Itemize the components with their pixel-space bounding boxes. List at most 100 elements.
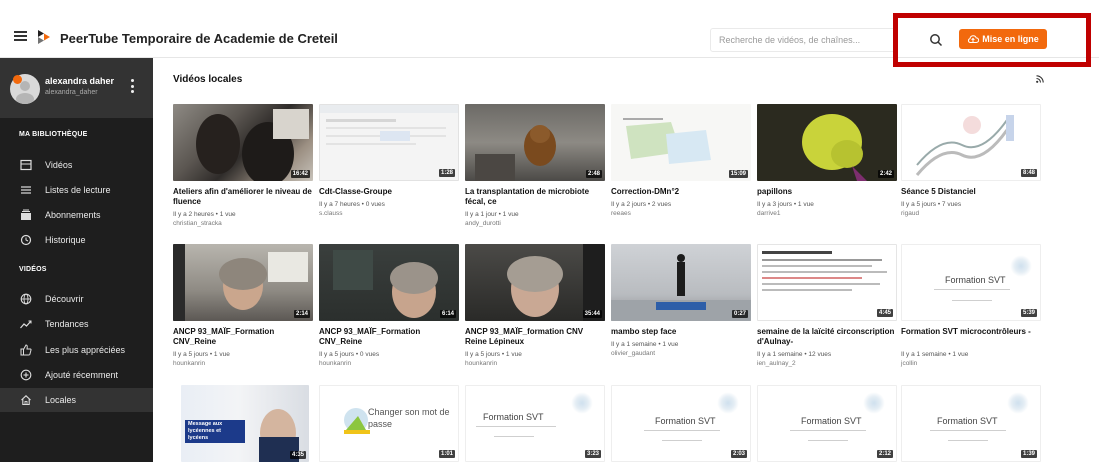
video-thumbnail[interactable]: Formation SVT 2:12 <box>757 385 897 462</box>
decorative-dots-icon <box>1010 255 1032 277</box>
sidebar-item-most-liked[interactable]: Les plus appréciées <box>0 338 153 362</box>
search-input[interactable] <box>711 29 895 51</box>
sidebar-item-label: Les plus appréciées <box>45 345 126 355</box>
upload-button-label: Mise en ligne <box>982 34 1039 44</box>
history-icon <box>20 234 32 246</box>
video-thumbnail[interactable]: 2:42 <box>757 104 897 181</box>
sidebar-item-label: Tendances <box>45 319 89 329</box>
video-account[interactable]: reeaes <box>611 209 751 218</box>
video-title[interactable]: ANCP 93_MAÏF_Formation CNV_Reine <box>173 327 313 347</box>
duration-badge: 1:39 <box>1020 450 1037 458</box>
video-thumbnail[interactable]: Formation SVT 1:39 <box>901 385 1041 462</box>
sidebar-item-history[interactable]: Historique <box>0 228 153 252</box>
video-thumbnail[interactable]: 15:09 <box>611 104 751 181</box>
user-block[interactable]: alexandra daher alexandra_daher <box>0 58 153 118</box>
thumbnail-divider <box>644 430 720 431</box>
video-account[interactable]: s.clauss <box>319 209 459 218</box>
video-thumbnail[interactable]: 2:48 <box>465 104 605 181</box>
video-account[interactable]: jcollin <box>901 359 1041 368</box>
video-title[interactable]: ANCP 93_MAÏF_Formation CNV_Reine <box>319 327 459 347</box>
duration-badge: 2:48 <box>585 170 602 178</box>
video-account[interactable]: andy_durotti <box>465 219 605 228</box>
sidebar-item-playlists[interactable]: Listes de lecture <box>0 178 153 202</box>
dance-photo <box>611 254 751 321</box>
search-box[interactable] <box>710 28 896 52</box>
video-meta: Il y a 5 jours • 0 vues <box>319 351 380 358</box>
video-thumbnail[interactable]: Formation SVT 5:39 <box>901 244 1041 321</box>
sidebar-item-recently-added[interactable]: Ajouté récemment <box>0 363 153 387</box>
video-thumbnail[interactable]: 2:14 <box>173 244 313 321</box>
duration-badge: 4:45 <box>876 309 893 317</box>
video-title[interactable]: La transplantation de microbiote fécal, … <box>465 187 605 207</box>
video-account[interactable]: darrive1 <box>757 209 897 218</box>
hamburger-menu-icon[interactable] <box>14 31 27 41</box>
user-options-icon[interactable] <box>130 79 134 93</box>
video-thumbnail[interactable]: 16:42 <box>173 104 313 181</box>
video-meta: Il y a 7 heures • 0 vues <box>319 201 385 208</box>
video-account[interactable]: hounkanrin <box>465 359 605 368</box>
blackboard-photo <box>333 250 438 318</box>
duration-badge: 1:01 <box>438 450 455 458</box>
duration-badge: 2:03 <box>730 450 747 458</box>
video-title[interactable]: Cdt-Classe-Groupe <box>319 187 459 197</box>
sidebar-item-discover[interactable]: Découvrir <box>0 287 153 311</box>
app-title[interactable]: PeerTube Temporaire de Academie de Crete… <box>60 31 338 46</box>
video-thumbnail[interactable]: 0:27 <box>611 244 751 321</box>
video-thumbnail[interactable]: 1:28 <box>319 104 459 181</box>
notification-dot-icon <box>13 75 22 84</box>
sidebar-item-videos[interactable]: Vidéos <box>0 153 153 177</box>
user-handle: alexandra_daher <box>45 89 98 96</box>
subscriptions-icon <box>21 209 31 220</box>
sidebar-item-trending[interactable]: Tendances <box>0 312 153 336</box>
video-account[interactable]: ien_aulnay_2 <box>757 359 897 368</box>
sidebar-item-subscriptions[interactable]: Abonnements <box>0 203 153 227</box>
video-thumbnail[interactable]: 8:48 <box>901 104 1041 181</box>
rss-feed-icon[interactable] <box>1036 75 1044 83</box>
video-account[interactable]: rigaud <box>901 209 1041 218</box>
video-title[interactable]: Correction-DMn°2 <box>611 187 751 197</box>
duration-badge: 3:23 <box>584 450 601 458</box>
upload-button[interactable]: Mise en ligne <box>959 29 1047 49</box>
video-title[interactable]: Ateliers afin d'améliorer le niveau de f… <box>173 187 313 207</box>
webcam-photo <box>173 244 308 321</box>
video-account[interactable]: olivier_gaudant <box>611 349 751 358</box>
video-title[interactable]: papillons <box>757 187 897 197</box>
thumbnail-divider <box>494 436 534 437</box>
duration-badge: 8:48 <box>1020 169 1037 177</box>
video-title[interactable]: semaine de la laïcité circonscription d'… <box>757 327 897 347</box>
decorative-dots-icon <box>571 392 593 414</box>
video-title[interactable]: Formation SVT microcontrôleurs - <box>901 327 1041 337</box>
duration-badge: 2:42 <box>877 170 894 178</box>
video-meta: Il y a 1 jour • 1 vue <box>465 211 519 218</box>
video-thumbnail[interactable]: 6:14 <box>319 244 459 321</box>
video-thumbnail[interactable]: Formation SVT 3:23 <box>465 385 605 462</box>
duration-badge: 6:14 <box>439 310 456 318</box>
search-icon[interactable] <box>929 33 943 47</box>
thumbs-up-icon <box>20 344 32 356</box>
video-thumbnail[interactable]: 35:44 <box>465 244 605 321</box>
video-thumbnail[interactable]: Formation SVT 2:03 <box>611 385 751 462</box>
video-title[interactable]: Séance 5 Distanciel <box>901 187 1041 197</box>
thumbnail-divider <box>934 289 1010 290</box>
user-name[interactable]: alexandra daher <box>45 76 114 86</box>
duration-badge: 15:09 <box>728 170 748 178</box>
duration-badge: 0:27 <box>731 310 748 318</box>
video-account[interactable]: christian_stracka <box>173 219 313 228</box>
video-thumbnail[interactable]: Message aux lycéennes et lycéens 4:35 <box>181 385 309 462</box>
video-account[interactable]: hounkanrin <box>173 359 313 368</box>
video-title[interactable]: ANCP 93_MAÏF_formation CNV Reine Lépineu… <box>465 327 605 347</box>
sidebar-item-label: Historique <box>45 235 86 245</box>
thumbnail-divider <box>662 440 702 441</box>
thumbnail-title: Changer son mot de passe <box>368 407 450 429</box>
peertube-logo-icon[interactable] <box>38 30 50 44</box>
videos-section-title: VIDÉOS <box>19 266 47 273</box>
sidebar-item-local[interactable]: Locales <box>0 388 153 412</box>
video-title[interactable]: mambo step face <box>611 327 751 337</box>
video-account[interactable]: hounkanrin <box>319 359 459 368</box>
playlist-icon <box>21 186 31 194</box>
duration-badge: 4:35 <box>289 451 306 459</box>
video-thumbnail[interactable]: Changer son mot de passe 1:01 <box>319 385 459 462</box>
library-section-title: MA BIBLIOTHÈQUE <box>19 131 88 138</box>
video-thumbnail[interactable]: 4:45 <box>757 244 897 321</box>
trending-icon <box>20 320 32 329</box>
